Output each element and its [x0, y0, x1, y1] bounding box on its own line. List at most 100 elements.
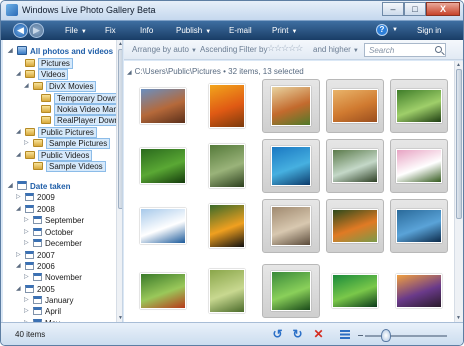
- back-button[interactable]: ◀: [13, 23, 28, 38]
- content-scrollbar[interactable]: ▲ ▼: [454, 61, 463, 322]
- tree-item-pictures[interactable]: Pictures: [25, 58, 73, 69]
- help-chevron-down-icon[interactable]: ▼: [392, 27, 398, 33]
- tree-expander-icon[interactable]: ◢: [8, 181, 13, 192]
- scroll-down-icon[interactable]: ▼: [456, 315, 461, 321]
- tree-item-september[interactable]: ▷ September: [24, 215, 84, 226]
- tree-expander-icon[interactable]: ▷: [16, 250, 21, 261]
- menu-email[interactable]: E-mail: [229, 26, 252, 35]
- menu-publish[interactable]: Publish ▼: [176, 26, 211, 35]
- tree-expander-icon[interactable]: ◢: [16, 150, 21, 161]
- search-icon[interactable]: [435, 46, 442, 53]
- tree-expander-icon[interactable]: ▷: [24, 138, 29, 149]
- photo-thumbnail-pink-blossoms[interactable]: [390, 139, 448, 193]
- photo-thumbnail-forest-path[interactable]: [390, 79, 448, 133]
- menu-file[interactable]: File ▼: [65, 26, 87, 35]
- arrange-by-dropdown[interactable]: Arrange by auto ▼: [132, 45, 197, 54]
- tree-item-sample-pictures[interactable]: ▷ Sample Pictures: [24, 138, 111, 149]
- tree-expander-icon[interactable]: ◢: [16, 284, 21, 295]
- photo-thumbnail-moss-field[interactable]: [198, 264, 256, 318]
- tree-item-january[interactable]: ▷ January: [24, 295, 73, 306]
- photo-thumbnail-forest-stream[interactable]: [326, 139, 384, 193]
- tree-item-public-pictures[interactable]: ◢ Public Pictures: [16, 127, 97, 138]
- tree-expander-icon[interactable]: ◢: [16, 204, 21, 215]
- tree-expander-icon[interactable]: ◢: [16, 261, 21, 272]
- photo-thumbnail-frog-leaves[interactable]: [134, 264, 192, 318]
- photo-thumbnail-dewdrops-leaf[interactable]: [326, 264, 384, 318]
- tree-item-october[interactable]: ▷ October: [24, 227, 73, 238]
- tree-item-public-videos[interactable]: ◢ Public Videos: [16, 150, 93, 161]
- tree-item-divx-movies[interactable]: ◢ DivX Movies: [24, 81, 97, 92]
- rotate-clockwise-icon[interactable]: ↻: [291, 328, 304, 341]
- menu-info[interactable]: Info: [140, 26, 153, 35]
- menu-fix[interactable]: Fix: [105, 26, 116, 35]
- tree-expander-icon[interactable]: ▷: [24, 215, 29, 226]
- photo-thumbnail-whale-tail[interactable]: [390, 199, 448, 253]
- zoom-out-icon[interactable]: [358, 335, 363, 336]
- tree-item-2009[interactable]: ▷ 2009: [16, 192, 55, 203]
- photo-thumbnail-abstract-painting[interactable]: [262, 79, 320, 133]
- zoom-slider-handle[interactable]: [381, 329, 391, 342]
- photo-thumbnail-desert-buttes[interactable]: [134, 79, 192, 133]
- tree-item-2007[interactable]: ▷ 2007: [16, 250, 55, 261]
- folder-path-label: C:\Users\Public\Pictures • 32 items, 13 …: [134, 67, 304, 76]
- photo-thumbnail-forest-ruin[interactable]: [262, 199, 320, 253]
- tree-item-2006[interactable]: ◢ 2006: [16, 261, 55, 272]
- ascending-toggle[interactable]: Ascending: [200, 45, 237, 54]
- tree-expander-icon[interactable]: ▷: [24, 238, 29, 249]
- sidebar-scrollbar[interactable]: ▲ ▼: [116, 40, 122, 322]
- scroll-up-icon[interactable]: ▲: [118, 41, 122, 47]
- tree-item-november[interactable]: ▷ November: [24, 272, 82, 283]
- photo-thumbnail-orange-flowers[interactable]: [198, 79, 256, 133]
- menu-print[interactable]: Print ▼: [272, 26, 297, 35]
- sign-in-link[interactable]: Sign in: [417, 26, 441, 35]
- tree-item-nokia-video-manager[interactable]: Nokia Video Manager: [41, 104, 122, 115]
- scroll-up-icon[interactable]: ▲: [456, 62, 461, 68]
- close-button[interactable]: X: [426, 2, 460, 16]
- scroll-down-icon[interactable]: ▼: [118, 315, 122, 321]
- tree-expander-icon[interactable]: ◢: [16, 69, 21, 80]
- folder-path-header[interactable]: ◢ C:\Users\Public\Pictures • 32 items, 13…: [127, 67, 304, 76]
- help-icon[interactable]: ?: [376, 24, 388, 36]
- tree-item-april[interactable]: ▷ April: [24, 306, 61, 317]
- zoom-slider[interactable]: [365, 335, 447, 337]
- photo-thumbnail-desert-oryx[interactable]: [326, 79, 384, 133]
- details-view-icon[interactable]: [340, 330, 350, 339]
- tree-item-sample-videos[interactable]: Sample Videos: [33, 161, 106, 172]
- sidebar-scroll-thumb[interactable]: [118, 49, 122, 209]
- tree-expander-icon[interactable]: ◢: [16, 127, 21, 138]
- tree-item-2005[interactable]: ◢ 2005: [16, 284, 55, 295]
- photo-thumbnail-garden-orange[interactable]: [326, 199, 384, 253]
- tree-expander-icon[interactable]: ▷: [24, 306, 29, 317]
- tree-item-videos[interactable]: ◢ Videos: [16, 69, 69, 80]
- search-input[interactable]: Search: [364, 43, 446, 57]
- tree-item-realplayer-downloads[interactable]: RealPlayer Downloads: [41, 115, 122, 126]
- photo-thumbnail-fern-waterfall[interactable]: [198, 139, 256, 193]
- tree-item-temporary-downloads[interactable]: Temporary Downloads: [41, 93, 122, 104]
- tree-item-all-photos-and-videos[interactable]: ◢ All photos and videos: [8, 46, 113, 57]
- tree-item-december[interactable]: ▷ December: [24, 238, 82, 249]
- content-scroll-thumb[interactable]: [456, 69, 462, 219]
- and-higher-dropdown[interactable]: and higher ▼: [313, 45, 359, 54]
- rating-stars-icon[interactable]: ☆☆☆☆☆: [267, 43, 303, 54]
- photo-thumbnail-green-plant[interactable]: [262, 264, 320, 318]
- maximize-button[interactable]: □: [404, 2, 426, 16]
- tree-expander-icon[interactable]: ▷: [16, 192, 21, 203]
- tree-item-label: Pictures: [38, 58, 73, 69]
- photo-thumbnail-iceberg-sea[interactable]: [134, 199, 192, 253]
- forward-button[interactable]: ▶: [29, 23, 44, 38]
- collapse-icon[interactable]: ◢: [127, 70, 132, 76]
- photo-thumbnail-stonehenge[interactable]: [390, 264, 448, 318]
- tree-expander-icon[interactable]: ▷: [24, 272, 29, 283]
- tree-item-2008[interactable]: ◢ 2008: [16, 204, 55, 215]
- tree-item-date-taken[interactable]: ◢ Date taken: [8, 181, 70, 192]
- rotate-counterclockwise-icon[interactable]: ↺: [271, 328, 284, 341]
- photo-thumbnail-toucan-bird[interactable]: [198, 199, 256, 253]
- tree-expander-icon[interactable]: ◢: [24, 81, 29, 92]
- tree-expander-icon[interactable]: ◢: [8, 46, 13, 57]
- photo-thumbnail-sea-turtle[interactable]: [262, 139, 320, 193]
- tree-expander-icon[interactable]: ▷: [24, 295, 29, 306]
- delete-icon[interactable]: ✕: [312, 328, 325, 341]
- minimize-button[interactable]: –: [382, 2, 404, 16]
- tree-expander-icon[interactable]: ▷: [24, 227, 29, 238]
- photo-thumbnail-green-leaves[interactable]: [134, 139, 192, 193]
